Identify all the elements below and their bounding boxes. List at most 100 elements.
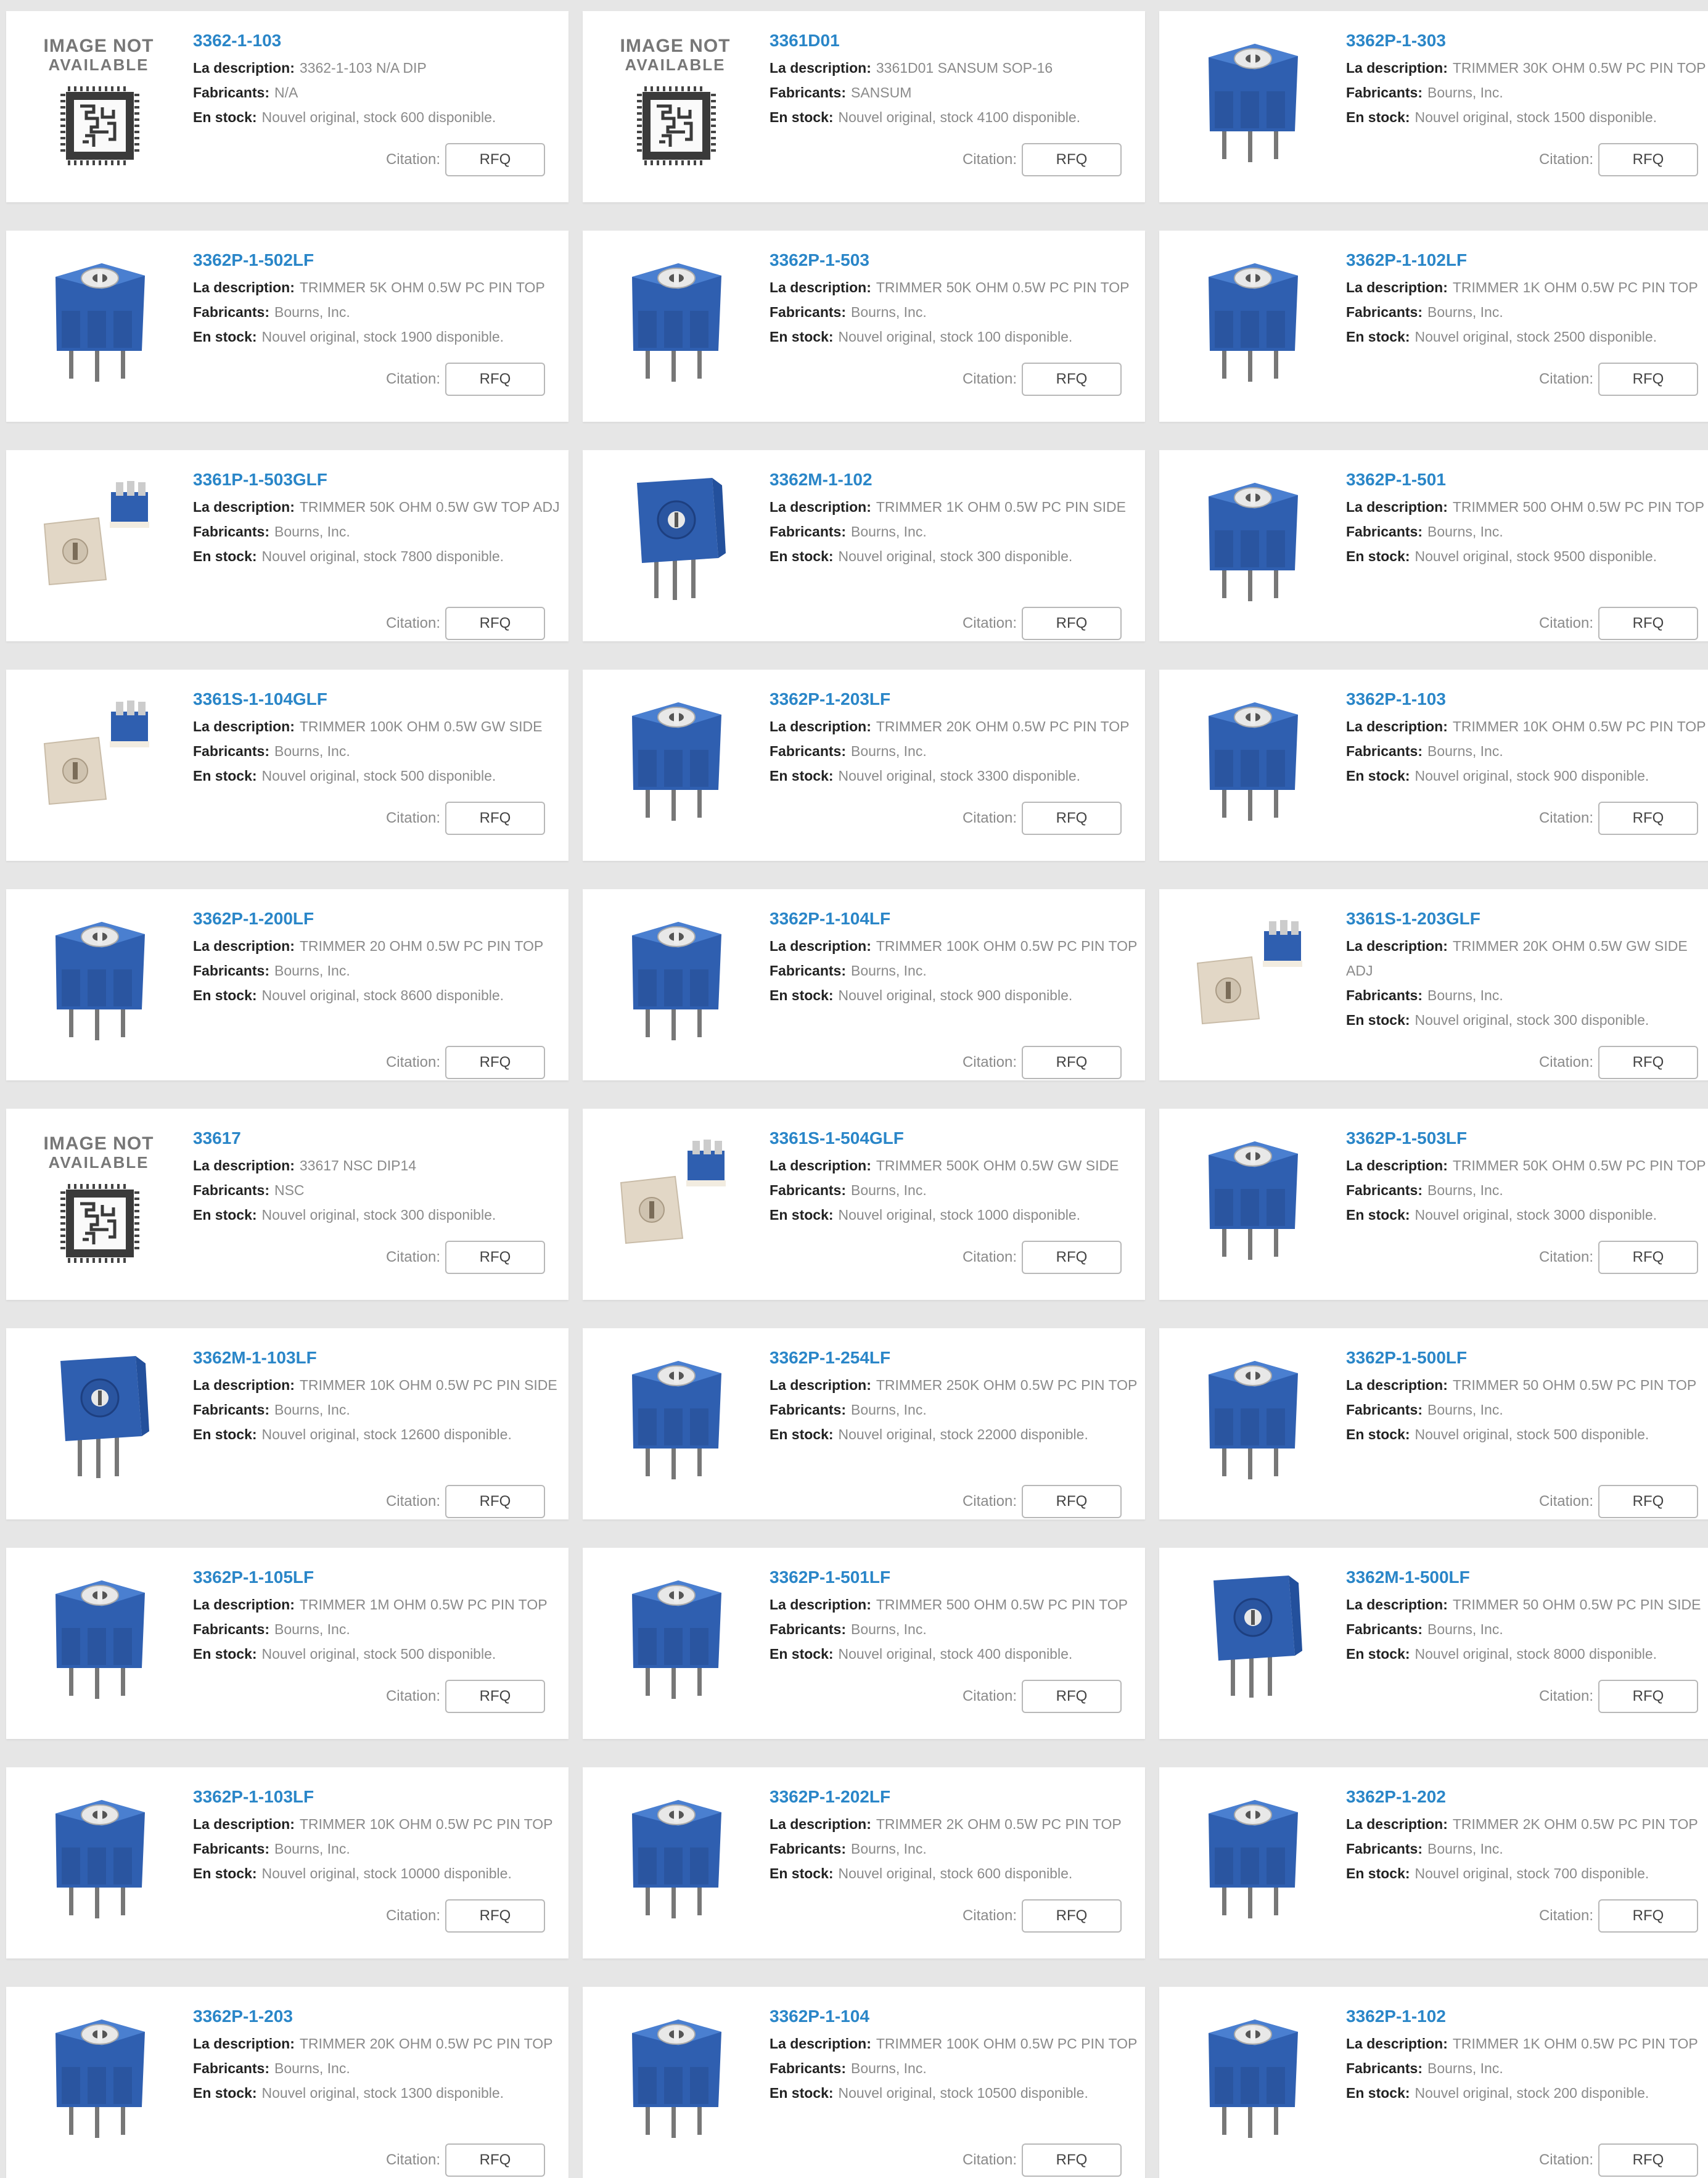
rfq-button[interactable]: RFQ	[445, 1485, 545, 1518]
rfq-button[interactable]: RFQ	[445, 363, 545, 396]
product-image[interactable]	[607, 1347, 743, 1482]
manufacturer-label: Fabricants:	[1346, 524, 1423, 540]
part-number-link[interactable]: 3362M-1-500LF	[1346, 1566, 1708, 1588]
part-number-link[interactable]: 3361S-1-104GLF	[193, 688, 569, 710]
rfq-button[interactable]: RFQ	[1022, 2143, 1122, 2177]
part-number-link[interactable]: 3361S-1-504GLF	[770, 1127, 1145, 1149]
product-image[interactable]	[31, 908, 166, 1043]
product-image[interactable]	[31, 1786, 166, 1921]
product-image[interactable]: IMAGE NOT AVAILABLE	[607, 30, 743, 165]
product-image[interactable]	[1184, 1347, 1320, 1482]
product-image[interactable]	[607, 1127, 743, 1263]
rfq-button[interactable]: RFQ	[445, 1680, 545, 1713]
product-card: IMAGE NOT AVAILABLE 33617 La description:…	[6, 1109, 569, 1300]
rfq-button[interactable]: RFQ	[445, 1241, 545, 1274]
product-image[interactable]	[1184, 1127, 1320, 1263]
part-number-link[interactable]: 3362P-1-200LF	[193, 908, 569, 930]
product-image[interactable]	[1184, 688, 1320, 824]
stock-label: En stock:	[770, 1426, 834, 1442]
description-label: La description:	[193, 499, 295, 515]
product-image[interactable]	[607, 249, 743, 385]
rfq-button[interactable]: RFQ	[1598, 1680, 1698, 1713]
product-image[interactable]	[31, 249, 166, 385]
product-image[interactable]	[1184, 249, 1320, 385]
part-number-link[interactable]: 3362P-1-202	[1346, 1786, 1708, 1808]
rfq-button[interactable]: RFQ	[1022, 1241, 1122, 1274]
rfq-button[interactable]: RFQ	[1022, 143, 1122, 176]
part-number-link[interactable]: 3362P-1-503LF	[1346, 1127, 1708, 1149]
part-number-link[interactable]: 3362P-1-203LF	[770, 688, 1145, 710]
rfq-button[interactable]: RFQ	[445, 1046, 545, 1079]
rfq-button[interactable]: RFQ	[1022, 1046, 1122, 1079]
part-number-link[interactable]: 3362P-1-104	[770, 2005, 1145, 2028]
product-card: 3362P-1-203 La description: TRIMMER 20K O…	[6, 1987, 569, 2178]
product-image[interactable]	[1184, 2005, 1320, 2141]
rfq-button[interactable]: RFQ	[1598, 802, 1698, 835]
product-image[interactable]: IMAGE NOT AVAILABLE	[31, 1127, 166, 1263]
part-number-link[interactable]: 3362P-1-102	[1346, 2005, 1708, 2028]
product-image[interactable]	[607, 908, 743, 1043]
product-image[interactable]	[31, 2005, 166, 2141]
manufacturer-label: Fabricants:	[770, 1182, 846, 1198]
part-number-link[interactable]: 3362P-1-102LF	[1346, 249, 1708, 271]
part-number-link[interactable]: 3362P-1-202LF	[770, 1786, 1145, 1808]
part-number-link[interactable]: 3362M-1-102	[770, 469, 1145, 491]
product-image[interactable]	[1184, 1566, 1320, 1702]
rfq-button[interactable]: RFQ	[1022, 802, 1122, 835]
rfq-button[interactable]: RFQ	[1598, 607, 1698, 640]
stock-row: En stock: Nouvel original, stock 22000 di…	[770, 1422, 1145, 1447]
rfq-button[interactable]: RFQ	[1598, 1485, 1698, 1518]
rfq-button[interactable]: RFQ	[445, 2143, 545, 2177]
manufacturer-value: Bourns, Inc.	[850, 2060, 927, 2076]
part-number-link[interactable]: 3362M-1-103LF	[193, 1347, 569, 1369]
part-number-link[interactable]: 33617	[193, 1127, 569, 1149]
part-number-link[interactable]: 3362P-1-502LF	[193, 249, 569, 271]
part-number-link[interactable]: 3362P-1-103LF	[193, 1786, 569, 1808]
product-image[interactable]	[31, 1566, 166, 1702]
product-image[interactable]	[607, 2005, 743, 2141]
part-number-link[interactable]: 3362P-1-303	[1346, 30, 1708, 52]
rfq-button[interactable]: RFQ	[1022, 1899, 1122, 1933]
part-number-link[interactable]: 3361D01	[770, 30, 1145, 52]
product-image[interactable]	[607, 1786, 743, 1921]
part-number-link[interactable]: 3362P-1-501LF	[770, 1566, 1145, 1588]
product-image[interactable]: IMAGE NOT AVAILABLE	[31, 30, 166, 165]
product-image[interactable]	[31, 469, 166, 604]
rfq-button[interactable]: RFQ	[1598, 143, 1698, 176]
part-number-link[interactable]: 3362P-1-203	[193, 2005, 569, 2028]
product-image[interactable]	[607, 1566, 743, 1702]
rfq-button[interactable]: RFQ	[1022, 1680, 1122, 1713]
rfq-button[interactable]: RFQ	[1598, 1241, 1698, 1274]
rfq-button[interactable]: RFQ	[445, 143, 545, 176]
product-image[interactable]	[607, 469, 743, 604]
product-image[interactable]	[1184, 30, 1320, 165]
rfq-button[interactable]: RFQ	[445, 1899, 545, 1933]
quote-actions: Citation: RFQ	[963, 363, 1122, 396]
product-image[interactable]	[607, 688, 743, 824]
product-image[interactable]	[1184, 469, 1320, 604]
part-number-link[interactable]: 3361S-1-203GLF	[1346, 908, 1708, 930]
rfq-button[interactable]: RFQ	[445, 802, 545, 835]
rfq-button[interactable]: RFQ	[1022, 607, 1122, 640]
product-image[interactable]	[1184, 1786, 1320, 1921]
rfq-button[interactable]: RFQ	[445, 607, 545, 640]
rfq-button[interactable]: RFQ	[1022, 363, 1122, 396]
part-number-link[interactable]: 3362P-1-503	[770, 249, 1145, 271]
part-number-link[interactable]: 3362P-1-104LF	[770, 908, 1145, 930]
part-number-link[interactable]: 3362P-1-500LF	[1346, 1347, 1708, 1369]
product-image[interactable]	[31, 688, 166, 824]
rfq-button[interactable]: RFQ	[1598, 2143, 1698, 2177]
part-number-link[interactable]: 3362-1-103	[193, 30, 569, 52]
part-number-link[interactable]: 3362P-1-254LF	[770, 1347, 1145, 1369]
part-number-link[interactable]: 3362P-1-103	[1346, 688, 1708, 710]
stock-row: En stock: Nouvel original, stock 300 disp…	[770, 544, 1145, 569]
rfq-button[interactable]: RFQ	[1022, 1485, 1122, 1518]
rfq-button[interactable]: RFQ	[1598, 1046, 1698, 1079]
part-number-link[interactable]: 3362P-1-105LF	[193, 1566, 569, 1588]
part-number-link[interactable]: 3362P-1-501	[1346, 469, 1708, 491]
rfq-button[interactable]: RFQ	[1598, 363, 1698, 396]
part-number-link[interactable]: 3361P-1-503GLF	[193, 469, 569, 491]
product-image[interactable]	[1184, 908, 1320, 1043]
rfq-button[interactable]: RFQ	[1598, 1899, 1698, 1933]
product-image[interactable]	[31, 1347, 166, 1482]
